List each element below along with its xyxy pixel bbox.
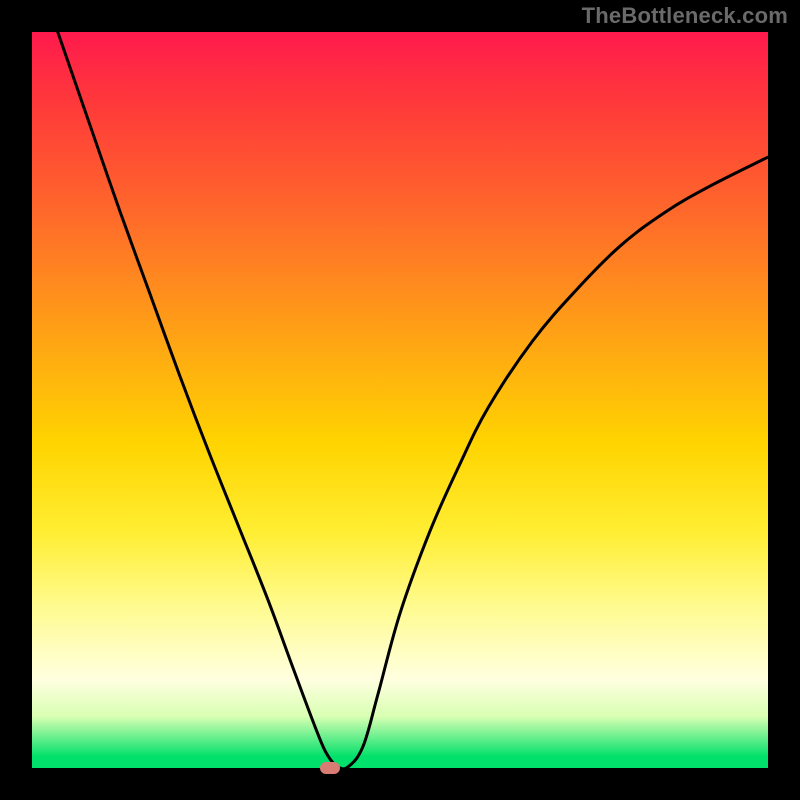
- bottleneck-curve: [58, 32, 768, 768]
- chart-plot-area: [32, 32, 768, 768]
- watermark-label: TheBottleneck.com: [582, 3, 788, 29]
- chart-frame: TheBottleneck.com: [0, 0, 800, 800]
- marker-dot: [320, 762, 340, 774]
- curve-svg: [32, 32, 768, 768]
